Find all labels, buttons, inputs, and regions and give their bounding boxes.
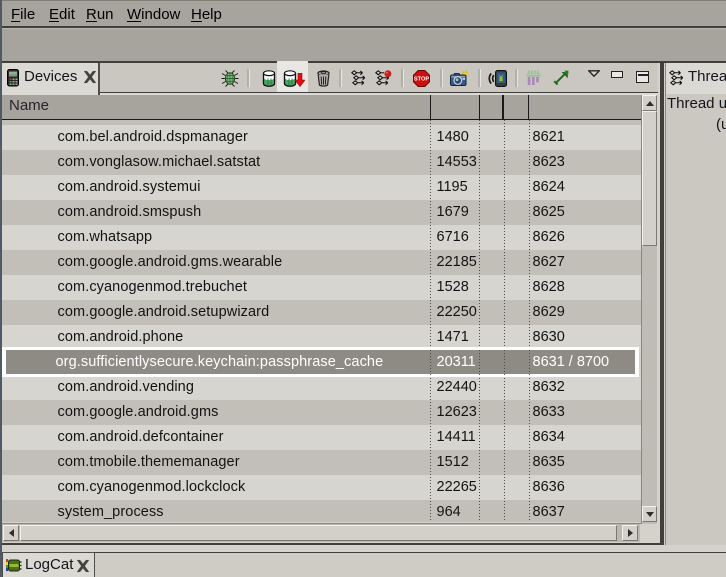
svg-text:STOP: STOP	[414, 77, 429, 83]
